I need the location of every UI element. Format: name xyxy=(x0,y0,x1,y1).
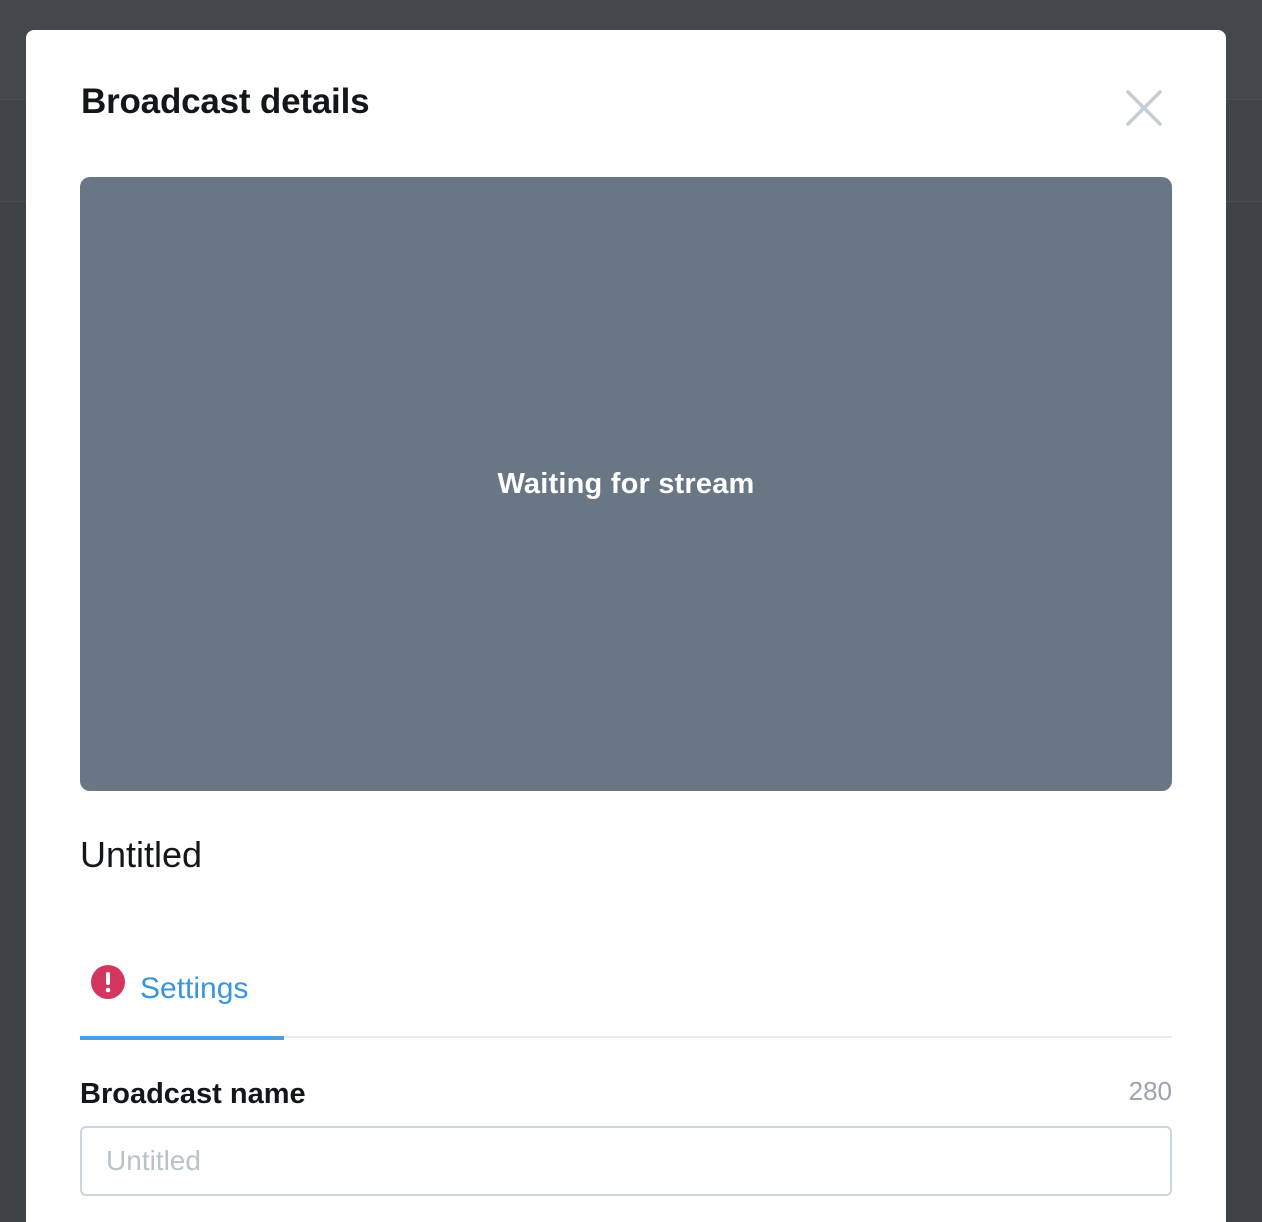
character-counter: 280 xyxy=(1128,1076,1172,1106)
close-button[interactable] xyxy=(1122,86,1166,130)
alert-icon xyxy=(91,965,125,999)
tab-settings-label: Settings xyxy=(140,972,249,1005)
broadcast-details-modal: Broadcast details Waiting for stream Unt… xyxy=(26,30,1226,1222)
modal-title: Broadcast details xyxy=(81,82,370,121)
video-status-text: Waiting for stream xyxy=(497,467,755,500)
broadcast-title: Untitled xyxy=(80,834,203,875)
close-icon xyxy=(1126,90,1162,126)
video-preview: Waiting for stream xyxy=(80,177,1172,791)
tab-bar: Settings xyxy=(80,960,1172,1040)
tab-settings[interactable]: Settings xyxy=(80,960,284,1040)
broadcast-name-input[interactable] xyxy=(80,1126,1172,1196)
broadcast-name-label: Broadcast name xyxy=(80,1078,306,1110)
